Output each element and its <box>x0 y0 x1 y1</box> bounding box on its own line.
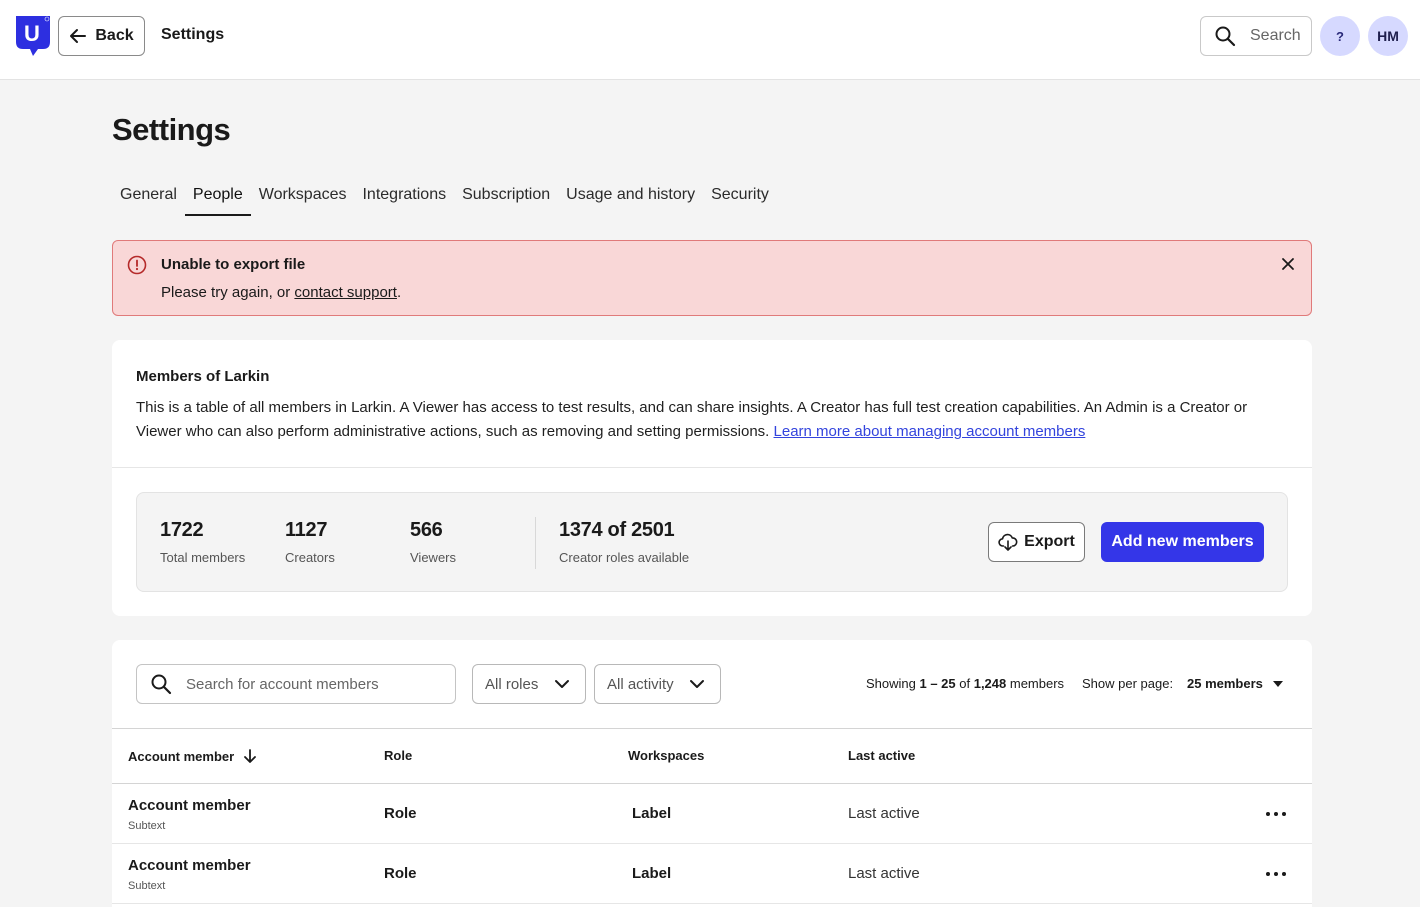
global-search-button[interactable]: Search <box>1200 16 1312 56</box>
showing-of: of <box>955 676 974 691</box>
stat-total-members: 1722 Total members <box>160 519 245 565</box>
tab-people[interactable]: People <box>184 178 251 216</box>
tab-usage-and-history[interactable]: Usage and history <box>558 178 703 216</box>
more-horizontal-icon[interactable] <box>1264 804 1288 824</box>
stat-value: 1374 of 2501 <box>559 519 675 541</box>
showing-total: 1,248 <box>973 676 1007 691</box>
export-button[interactable]: Export <box>988 522 1085 562</box>
alert-message-text: Please try again, or <box>161 284 295 301</box>
per-page-label: Show per page: <box>1082 676 1174 691</box>
contact-support-link[interactable]: contact support <box>294 284 397 301</box>
member-name: Account member <box>128 797 251 814</box>
column-last-active[interactable]: Last active <box>848 748 915 763</box>
alert-circle-icon <box>127 255 147 275</box>
activity-filter-dropdown[interactable]: All activity <box>594 664 721 704</box>
user-avatar[interactable]: HM <box>1368 16 1408 56</box>
member-subtext: Subtext <box>128 880 166 892</box>
stat-label: Total members <box>160 550 246 565</box>
error-alert: Unable to export file Please try again, … <box>112 240 1312 316</box>
member-workspaces: Label <box>632 865 672 882</box>
members-description: This is a table of all members in Larkin… <box>136 396 1276 444</box>
settings-tabs: General People Workspaces Integrations S… <box>112 178 777 216</box>
more-horizontal-icon[interactable] <box>1264 864 1288 884</box>
learn-more-link[interactable]: Learn more about managing account member… <box>774 423 1086 440</box>
stat-creators: 1127 Creators <box>285 519 335 565</box>
header-title: Settings <box>161 26 225 43</box>
help-button[interactable]: ? <box>1320 16 1360 56</box>
column-workspaces[interactable]: Workspaces <box>628 748 704 763</box>
alert-title: Unable to export file <box>161 256 306 273</box>
alert-message: Please try again, or contact support. <box>161 284 401 301</box>
tab-general[interactable]: General <box>112 178 185 216</box>
divider <box>112 467 1312 468</box>
caret-down-icon <box>1272 680 1283 687</box>
member-last-active: Last active <box>848 865 920 882</box>
svg-text:U: U <box>24 21 40 46</box>
chevron-down-icon <box>555 680 569 688</box>
roles-filter-dropdown[interactable]: All roles <box>472 664 586 704</box>
column-role[interactable]: Role <box>384 748 412 763</box>
table-row: Account member Subtext Role Label Last a… <box>112 784 1312 844</box>
members-table-card: Search for account members All roles All… <box>112 640 1312 907</box>
member-last-active: Last active <box>848 805 920 822</box>
arrow-left-icon <box>70 29 87 43</box>
showing-prefix: Showing <box>866 676 920 691</box>
member-stats: 1722 Total members 1127 Creators 566 Vie… <box>136 492 1288 592</box>
pagination-summary: Showing 1 – 25 of 1,248 members <box>866 676 1064 691</box>
search-icon <box>151 674 172 695</box>
tab-security[interactable]: Security <box>703 178 777 216</box>
member-search-input[interactable]: Search for account members <box>136 664 456 704</box>
stat-divider <box>535 517 536 569</box>
stat-value: 1127 <box>285 519 328 541</box>
chevron-down-icon <box>690 680 704 688</box>
member-name: Account member <box>128 857 251 874</box>
table-header: Account member Role Workspaces Last acti… <box>112 728 1312 784</box>
stat-value: 566 <box>410 519 443 541</box>
back-button[interactable]: Back <box>58 16 145 56</box>
brand-logo[interactable]: U <box>16 16 50 56</box>
per-page-value: 25 members <box>1187 676 1263 691</box>
global-search-label: Search <box>1250 27 1301 44</box>
stat-creator-roles-available: 1374 of 2501 Creator roles available <box>559 519 689 565</box>
member-subtext: Subtext <box>128 820 166 832</box>
per-page-select[interactable]: 25 members <box>1187 676 1283 691</box>
add-new-members-button[interactable]: Add new members <box>1101 522 1264 562</box>
arrow-down-icon <box>244 749 257 763</box>
tab-subscription[interactable]: Subscription <box>454 178 558 216</box>
tab-workspaces[interactable]: Workspaces <box>251 178 355 216</box>
top-bar: U Back Settings Search ? HM <box>0 0 1420 80</box>
roles-filter-value: All roles <box>485 675 539 693</box>
tab-integrations[interactable]: Integrations <box>354 178 454 216</box>
stat-label: Viewers <box>410 550 457 565</box>
stat-label: Creator roles available <box>559 550 690 565</box>
showing-range: 1 – 25 <box>919 676 956 691</box>
members-summary-card: Members of Larkin This is a table of all… <box>112 340 1312 616</box>
stat-value: 1722 <box>160 519 204 541</box>
search-icon <box>1215 26 1236 47</box>
page-title: Settings <box>112 112 231 147</box>
column-account-member[interactable]: Account member <box>128 748 258 764</box>
member-role: Role <box>384 865 417 882</box>
close-icon[interactable] <box>1281 257 1295 271</box>
activity-filter-value: All activity <box>607 675 674 693</box>
members-heading: Members of Larkin <box>136 368 270 385</box>
member-search-placeholder: Search for account members <box>186 675 379 693</box>
showing-suffix: members <box>1006 676 1065 691</box>
export-label: Export <box>1024 533 1075 550</box>
table-row: Account member Subtext Role Label Last a… <box>112 844 1312 904</box>
stat-label: Creators <box>285 550 335 565</box>
member-role: Role <box>384 805 417 822</box>
member-workspaces: Label <box>632 805 672 822</box>
alert-message-end: . <box>396 284 402 301</box>
column-label: Account member <box>128 748 235 764</box>
back-button-label: Back <box>95 27 134 44</box>
stat-viewers: 566 Viewers <box>410 519 456 565</box>
cloud-download-icon <box>998 533 1018 551</box>
